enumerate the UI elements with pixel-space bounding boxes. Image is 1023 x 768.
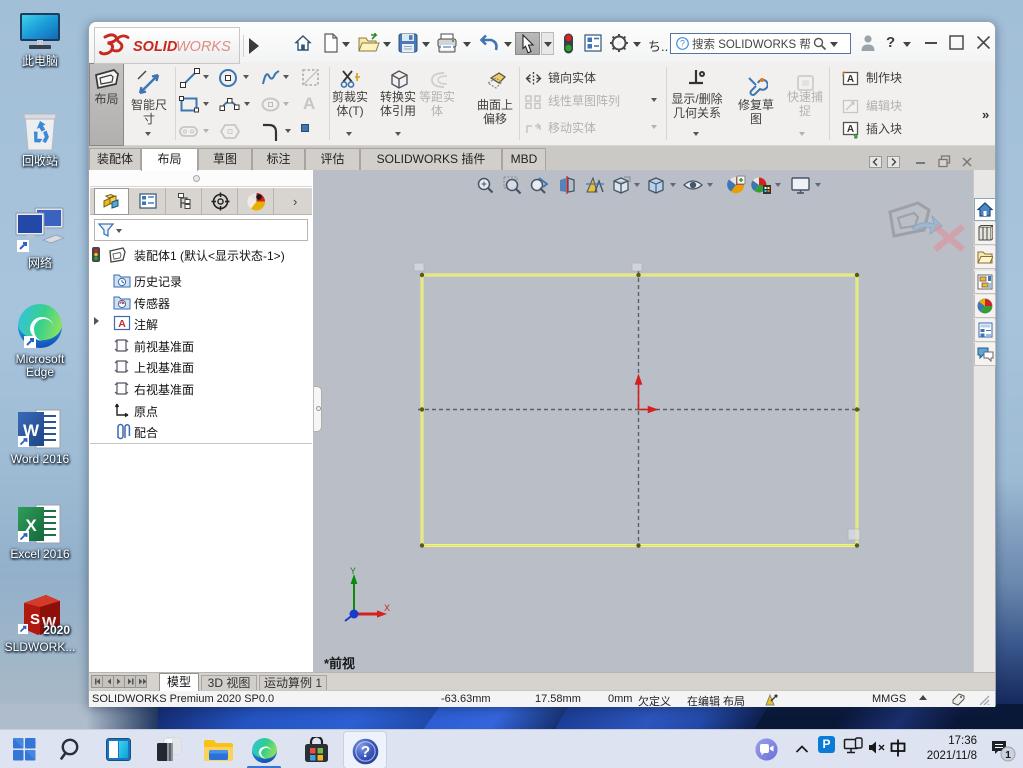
- svg-text:X: X: [384, 603, 390, 613]
- svg-text:SOLID: SOLID: [133, 39, 178, 55]
- svg-text:A: A: [118, 318, 126, 330]
- svg-text:WORKS: WORKS: [176, 39, 231, 55]
- svg-text:A: A: [847, 124, 854, 135]
- svg-text:A: A: [847, 74, 854, 85]
- svg-text:S: S: [30, 611, 40, 628]
- svg-text:Y: Y: [350, 566, 356, 576]
- svg-text:1: 1: [1005, 749, 1011, 761]
- svg-text:?: ?: [361, 744, 370, 761]
- svg-text:?: ?: [680, 39, 685, 49]
